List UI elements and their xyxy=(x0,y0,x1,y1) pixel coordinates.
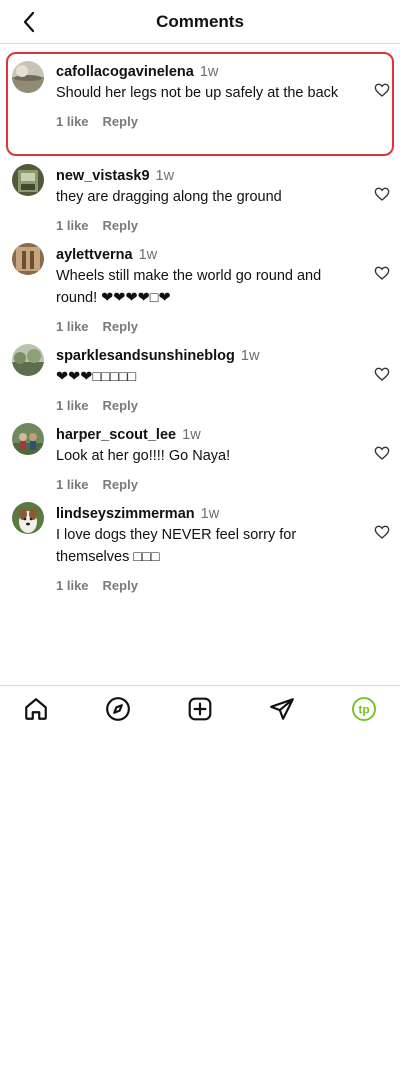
like-heart-button[interactable] xyxy=(374,366,390,382)
comment-time: 1w xyxy=(155,168,175,184)
comment-text: Look at her go!!!! Go Naya! xyxy=(56,448,231,464)
comment-item: sparklesandsunshineblog 1w ❤❤❤□□□□□ 1 li… xyxy=(0,336,400,415)
comment-item: aylettverna 1w Wheels still make the wor… xyxy=(0,235,400,336)
comment-text: ❤❤❤□□□□□ xyxy=(56,369,137,385)
like-count[interactable]: 1 like xyxy=(56,477,89,492)
like-heart-button[interactable] xyxy=(374,82,390,98)
bottom-nav: tp xyxy=(0,685,400,731)
reply-button[interactable]: Reply xyxy=(103,477,138,492)
like-count[interactable]: 1 like xyxy=(56,398,89,413)
like-count[interactable]: 1 like xyxy=(56,114,89,129)
nav-home[interactable] xyxy=(23,696,49,722)
nav-messages[interactable] xyxy=(269,696,295,722)
create-icon xyxy=(188,697,212,721)
comment-text: they are dragging along the ground xyxy=(56,189,282,205)
avatar[interactable] xyxy=(12,61,44,93)
like-heart-button[interactable] xyxy=(374,445,390,461)
reply-button[interactable]: Reply xyxy=(103,398,138,413)
avatar[interactable] xyxy=(12,502,44,534)
comment-body: lindseyszimmerman 1w I love dogs they NE… xyxy=(56,504,356,593)
heart-icon xyxy=(374,187,390,201)
comment-text: I love dogs they NEVER feel sorry for th… xyxy=(56,527,297,565)
comment-username[interactable]: new_vistask9 xyxy=(56,168,150,184)
like-heart-button[interactable] xyxy=(374,186,390,202)
profile-avatar-icon: tp xyxy=(352,697,376,721)
comment-list: cafollacogavinelena 1w Should her legs n… xyxy=(0,52,400,595)
comment-username[interactable]: cafollacogavinelena xyxy=(56,64,194,80)
reply-button[interactable]: Reply xyxy=(103,114,138,129)
heart-icon xyxy=(374,266,390,280)
comment-username[interactable]: aylettverna xyxy=(56,247,133,263)
comment-username[interactable]: sparklesandsunshineblog xyxy=(56,348,235,364)
comment-item: new_vistask9 1w they are dragging along … xyxy=(0,156,400,235)
avatar[interactable] xyxy=(12,423,44,455)
comment-body: aylettverna 1w Wheels still make the wor… xyxy=(56,245,356,334)
page-title: Comments xyxy=(156,12,244,31)
heart-icon xyxy=(374,367,390,381)
comment-time: 1w xyxy=(138,247,158,263)
heart-icon xyxy=(374,83,390,97)
reply-button[interactable]: Reply xyxy=(103,578,138,593)
header: Comments xyxy=(0,0,400,44)
explore-icon xyxy=(106,697,130,721)
avatar[interactable] xyxy=(12,344,44,376)
comment-body: cafollacogavinelena 1w Should her legs n… xyxy=(56,62,356,129)
comment-body: new_vistask9 1w they are dragging along … xyxy=(56,166,356,233)
comment-time: 1w xyxy=(182,427,201,443)
comment-text: Should her legs not be up safely at the … xyxy=(56,85,339,101)
like-count[interactable]: 1 like xyxy=(56,578,89,593)
heart-icon xyxy=(374,446,390,460)
heart-icon xyxy=(374,525,390,539)
nav-explore[interactable] xyxy=(105,696,131,722)
messages-icon xyxy=(270,698,294,720)
comment-item: lindseyszimmerman 1w I love dogs they NE… xyxy=(0,494,400,595)
comment-item: harper_scout_lee 1w Look at her go!!!! G… xyxy=(0,415,400,494)
profile-initials: tp xyxy=(358,703,369,717)
home-icon xyxy=(25,698,47,720)
avatar[interactable] xyxy=(12,164,44,196)
nav-profile[interactable]: tp xyxy=(351,696,377,722)
avatar[interactable] xyxy=(12,243,44,275)
comment-text: Wheels still make the world go round and… xyxy=(56,268,322,306)
comment-body: sparklesandsunshineblog 1w ❤❤❤□□□□□ 1 li… xyxy=(56,346,356,413)
nav-create[interactable] xyxy=(187,696,213,722)
reply-button[interactable]: Reply xyxy=(103,319,138,334)
comment-time: 1w xyxy=(199,64,219,80)
like-heart-button[interactable] xyxy=(374,265,390,281)
like-count[interactable]: 1 like xyxy=(56,319,89,334)
like-count[interactable]: 1 like xyxy=(56,218,89,233)
comment-username[interactable]: lindseyszimmerman xyxy=(56,506,195,522)
comment-item: cafollacogavinelena 1w Should her legs n… xyxy=(0,52,400,156)
reply-button[interactable]: Reply xyxy=(103,218,138,233)
comment-username[interactable]: harper_scout_lee xyxy=(56,427,176,443)
comment-time: 1w xyxy=(240,348,260,364)
comment-time: 1w xyxy=(200,506,220,522)
like-heart-button[interactable] xyxy=(374,524,390,540)
comment-body: harper_scout_lee 1w Look at her go!!!! G… xyxy=(56,425,356,492)
